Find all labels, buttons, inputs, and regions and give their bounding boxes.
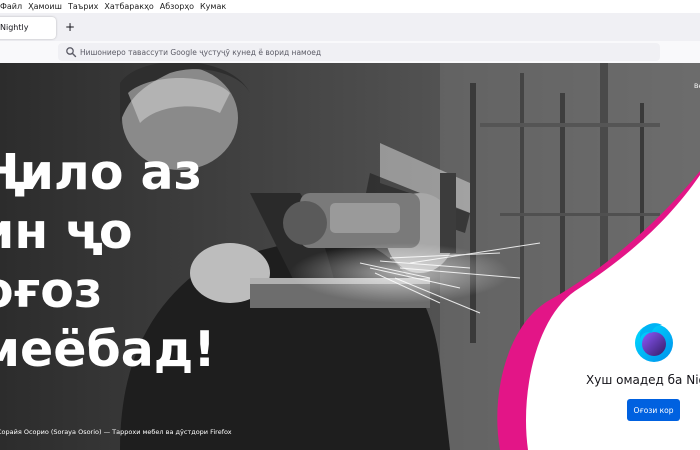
menu-bookmarks[interactable]: Хатбаракҳо xyxy=(104,2,153,11)
tab-title: Nightly xyxy=(0,23,29,32)
tab-nightly[interactable]: Nightly xyxy=(0,17,56,39)
tab-strip: Nightly + xyxy=(0,13,700,41)
nightly-logo-icon xyxy=(635,323,673,362)
get-started-button[interactable]: Оғози кор xyxy=(627,399,680,421)
welcome-panel: Хуш омадед ба Nightly Оғози кор xyxy=(540,313,700,450)
address-input[interactable] xyxy=(80,43,650,61)
menu-history[interactable]: Таърих xyxy=(68,2,98,11)
menu-file[interactable]: Файл xyxy=(0,2,22,11)
menu-view[interactable]: Ҳамоиш xyxy=(28,2,62,11)
new-tab-button[interactable]: + xyxy=(64,19,76,35)
menu-bar: Файл Ҳамоиш Таърих Хатбаракҳо Абзорҳо Ку… xyxy=(0,0,700,13)
welcome-title: Хуш омадед ба Nightly xyxy=(586,373,700,387)
menu-tools[interactable]: Абзорҳо xyxy=(160,2,194,11)
address-bar[interactable] xyxy=(58,43,660,61)
search-icon xyxy=(66,47,77,58)
welcome-page: Ҷило аз ин ҷо оғоз меёбад! Сорайя Осорио… xyxy=(0,63,700,450)
nav-bar xyxy=(0,41,700,63)
menu-help[interactable]: Кумак xyxy=(200,2,226,11)
